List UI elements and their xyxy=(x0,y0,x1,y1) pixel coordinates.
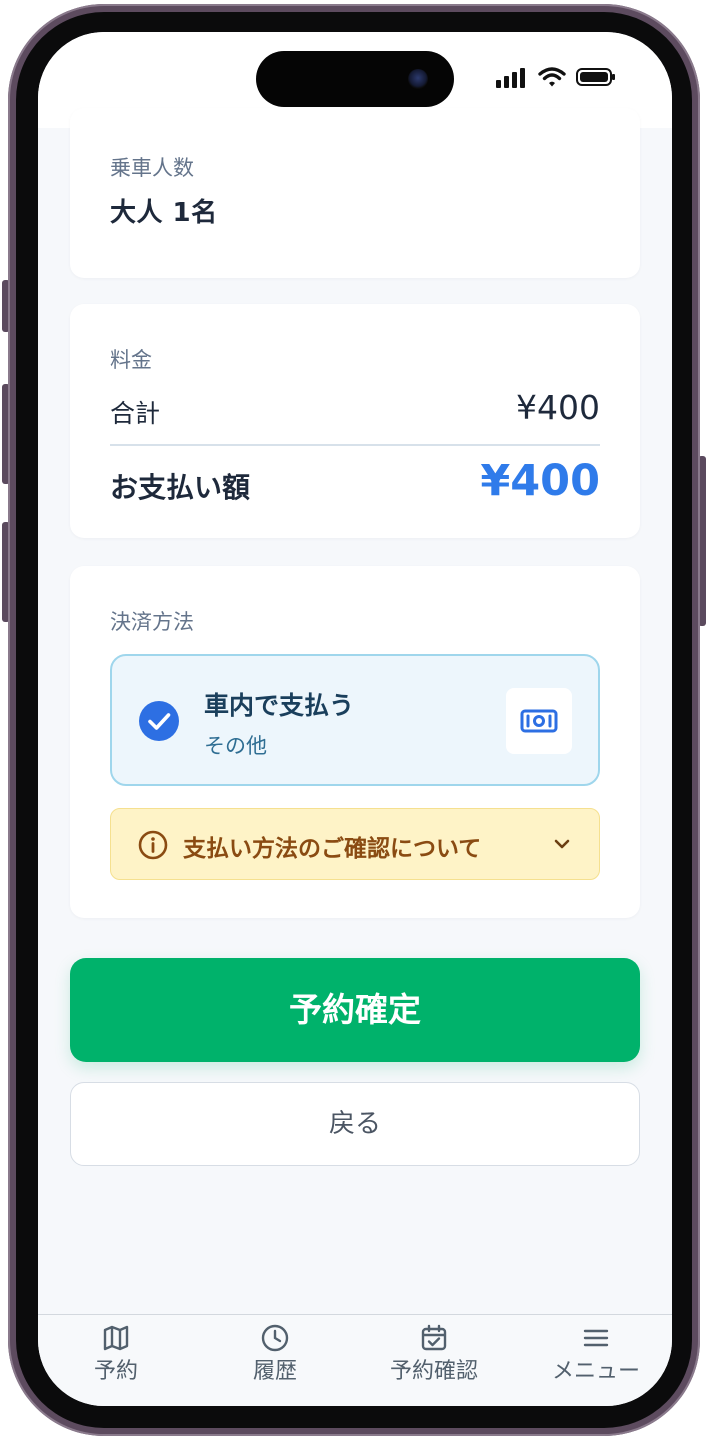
cash-icon xyxy=(520,709,558,733)
payment-amount-value: ¥400 xyxy=(480,456,600,506)
total-label: 合計 xyxy=(110,399,161,428)
map-icon xyxy=(103,1325,129,1351)
passengers-value: 大人 1名 xyxy=(110,198,218,228)
signal-icon xyxy=(496,68,528,88)
back-button[interactable]: 戻る xyxy=(70,1082,640,1166)
payment-amount-label: お支払い額 xyxy=(110,471,251,504)
confirm-reservation-button[interactable]: 予約確定 xyxy=(70,958,640,1062)
payment-method-card: 決済方法 車内で支払う その他 支払い方法のご確認について xyxy=(70,566,640,918)
passengers-title: 乗車人数 xyxy=(110,156,194,180)
camera-icon xyxy=(408,69,428,89)
calendar-check-icon xyxy=(421,1324,447,1351)
battery-icon xyxy=(576,68,615,86)
fare-divider xyxy=(110,444,600,446)
tab-history-label: 履歴 xyxy=(252,1359,297,1384)
cash-tile xyxy=(506,688,572,754)
tab-reservation-check[interactable]: 予約確認 xyxy=(382,1315,486,1406)
payment-option-name: 車内で支払う xyxy=(204,691,355,720)
chevron-down-icon xyxy=(554,839,570,849)
payment-option-sub: その他 xyxy=(204,734,267,758)
payment-notice-text: 支払い方法のご確認について xyxy=(183,836,482,862)
tab-bar: 予約 履歴 予約確認 メニュー xyxy=(38,1314,672,1406)
info-icon xyxy=(138,830,168,860)
fare-card: 料金 合計 ¥400 お支払い額 ¥400 xyxy=(70,304,640,538)
menu-icon xyxy=(583,1329,609,1347)
clock-icon xyxy=(261,1324,289,1352)
total-value: ¥400 xyxy=(516,388,600,427)
fare-title: 料金 xyxy=(110,348,152,372)
passengers-card: 乗車人数 大人 1名 xyxy=(70,108,640,278)
dynamic-island xyxy=(256,51,454,107)
tab-history[interactable]: 履歴 xyxy=(235,1315,315,1406)
tab-menu[interactable]: メニュー xyxy=(542,1315,650,1406)
wifi-icon xyxy=(538,67,566,87)
check-circle-icon xyxy=(139,701,179,741)
payment-option-selected[interactable]: 車内で支払う その他 xyxy=(110,654,600,786)
screen: 乗車人数 大人 1名 料金 合計 ¥400 お支払い額 ¥400 決済方法 車内… xyxy=(38,32,672,1406)
tab-reservation-check-label: 予約確認 xyxy=(389,1359,478,1384)
tab-reserve-label: 予約 xyxy=(93,1359,138,1384)
payment-method-title: 決済方法 xyxy=(110,610,194,634)
payment-notice-toggle[interactable]: 支払い方法のご確認について xyxy=(110,808,600,880)
tab-menu-label: メニュー xyxy=(551,1359,640,1384)
tab-reserve[interactable]: 予約 xyxy=(76,1315,156,1406)
